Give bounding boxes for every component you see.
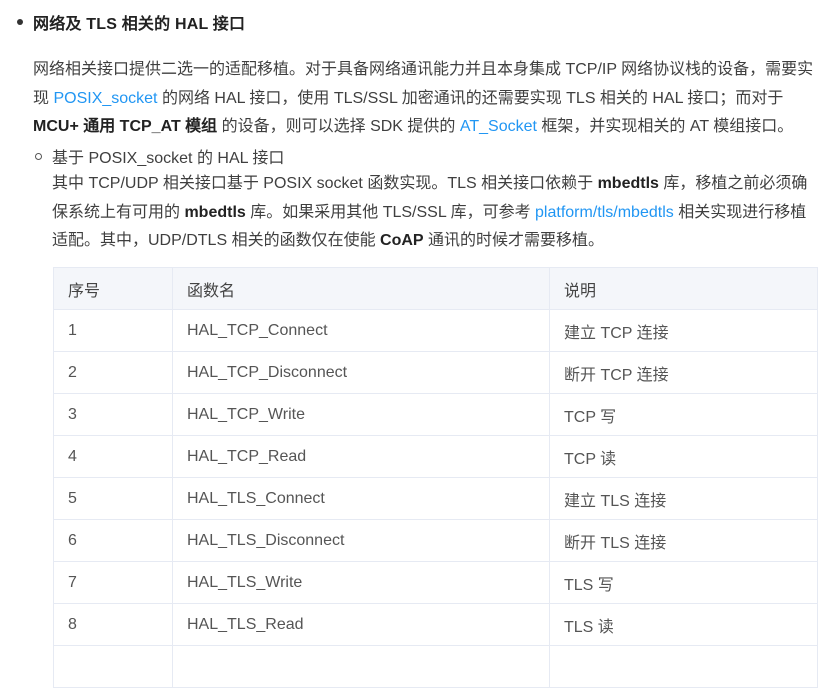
- cell-function-name: HAL_TLS_Read: [172, 603, 550, 646]
- cell-index: 6: [53, 519, 173, 562]
- section-title: 网络及 TLS 相关的 HAL 接口: [33, 16, 246, 33]
- hal-function-table: 序号 函数名 说明 1 HAL_TCP_Connect 建立 TCP 连接 2 …: [53, 267, 818, 688]
- cell-description: TLS 读: [549, 603, 818, 646]
- cell-index: 5: [53, 477, 173, 520]
- platform-tls-mbedtls-link[interactable]: platform/tls/mbedtls: [535, 204, 674, 221]
- header-function-name: 函数名: [172, 267, 550, 310]
- cell-function-name: HAL_TCP_Disconnect: [172, 351, 550, 394]
- sub-text-5: 通讯的时候才需要移植。: [423, 232, 605, 249]
- cell-index: 7: [53, 561, 173, 604]
- cell-function-name: HAL_TLS_Write: [172, 561, 550, 604]
- table-row: 3 HAL_TCP_Write TCP 写: [53, 393, 818, 436]
- table-header-row: 序号 函数名 说明: [53, 267, 818, 310]
- bullet-icon: [17, 19, 23, 25]
- sub-text-1: 其中 TCP/UDP 相关接口基于 POSIX socket 函数实现。TLS …: [52, 175, 598, 192]
- sub-bold-coap: CoAP: [380, 232, 424, 249]
- cell-description: TCP 写: [549, 393, 818, 436]
- cell-function-name: [172, 645, 550, 688]
- section-heading-item: 网络及 TLS 相关的 HAL 接口: [17, 10, 245, 34]
- cell-index: [53, 645, 173, 688]
- sub-bold-mbedtls-1: mbedtls: [597, 175, 659, 192]
- posix-socket-link[interactable]: POSIX_socket: [53, 90, 157, 107]
- table-row: 5 HAL_TLS_Connect 建立 TLS 连接: [53, 477, 818, 520]
- table-row: 7 HAL_TLS_Write TLS 写: [53, 561, 818, 604]
- header-index: 序号: [53, 267, 173, 310]
- table-row: 2 HAL_TCP_Disconnect 断开 TCP 连接: [53, 351, 818, 394]
- table-row: 6 HAL_TLS_Disconnect 断开 TLS 连接: [53, 519, 818, 562]
- cell-function-name: HAL_TCP_Write: [172, 393, 550, 436]
- intro-text-2: 的网络 HAL 接口，使用 TLS/SSL 加密通讯的还需要实现 TLS 相关的…: [157, 89, 784, 107]
- cell-index: 4: [53, 435, 173, 478]
- subsection-heading-item: 基于 POSIX_socket 的 HAL 接口: [35, 144, 284, 168]
- cell-description: 断开 TCP 连接: [549, 351, 818, 394]
- sub-text-3: 库。如果采用其他 TLS/SSL 库，可参考: [245, 203, 536, 221]
- cell-function-name: HAL_TLS_Connect: [172, 477, 550, 520]
- cell-description: TLS 写: [549, 561, 818, 604]
- subsection-paragraph: 其中 TCP/UDP 相关接口基于 POSIX socket 函数实现。TLS …: [52, 170, 817, 256]
- intro-bold-mcu-tcp-at: MCU+ 通用 TCP_AT 模组: [33, 118, 218, 135]
- cell-description: 建立 TCP 连接: [549, 309, 818, 352]
- sub-bold-mbedtls-2: mbedtls: [184, 203, 246, 221]
- cell-description: 断开 TLS 连接: [549, 519, 818, 562]
- cell-description: 建立 TLS 连接: [549, 477, 818, 520]
- cell-index: 8: [53, 603, 173, 646]
- cell-index: 2: [53, 351, 173, 394]
- cell-index: 1: [53, 309, 173, 352]
- table-row: 4 HAL_TCP_Read TCP 读: [53, 435, 818, 478]
- table-row-partial: [53, 645, 818, 688]
- cell-description: TCP 读: [549, 435, 818, 478]
- header-description: 说明: [549, 267, 818, 310]
- cell-function-name: HAL_TCP_Read: [172, 435, 550, 478]
- table-row: 8 HAL_TLS_Read TLS 读: [53, 603, 818, 646]
- at-socket-link[interactable]: AT_Socket: [460, 118, 537, 135]
- table-row: 1 HAL_TCP_Connect 建立 TCP 连接: [53, 309, 818, 352]
- cell-function-name: HAL_TLS_Disconnect: [172, 519, 550, 562]
- circle-bullet-icon: [35, 152, 42, 160]
- intro-paragraph: 网络相关接口提供二选一的适配移植。对于具备网络通讯能力并且本身集成 TCP/IP…: [33, 56, 817, 142]
- intro-text-4: 框架，并实现相关的 AT 模组接口。: [536, 118, 794, 135]
- cell-index: 3: [53, 393, 173, 436]
- subsection-title: 基于 POSIX_socket 的 HAL 接口: [52, 150, 285, 167]
- cell-function-name: HAL_TCP_Connect: [172, 309, 550, 352]
- intro-text-3: 的设备，则可以选择 SDK 提供的: [217, 118, 460, 135]
- cell-description: [549, 645, 818, 688]
